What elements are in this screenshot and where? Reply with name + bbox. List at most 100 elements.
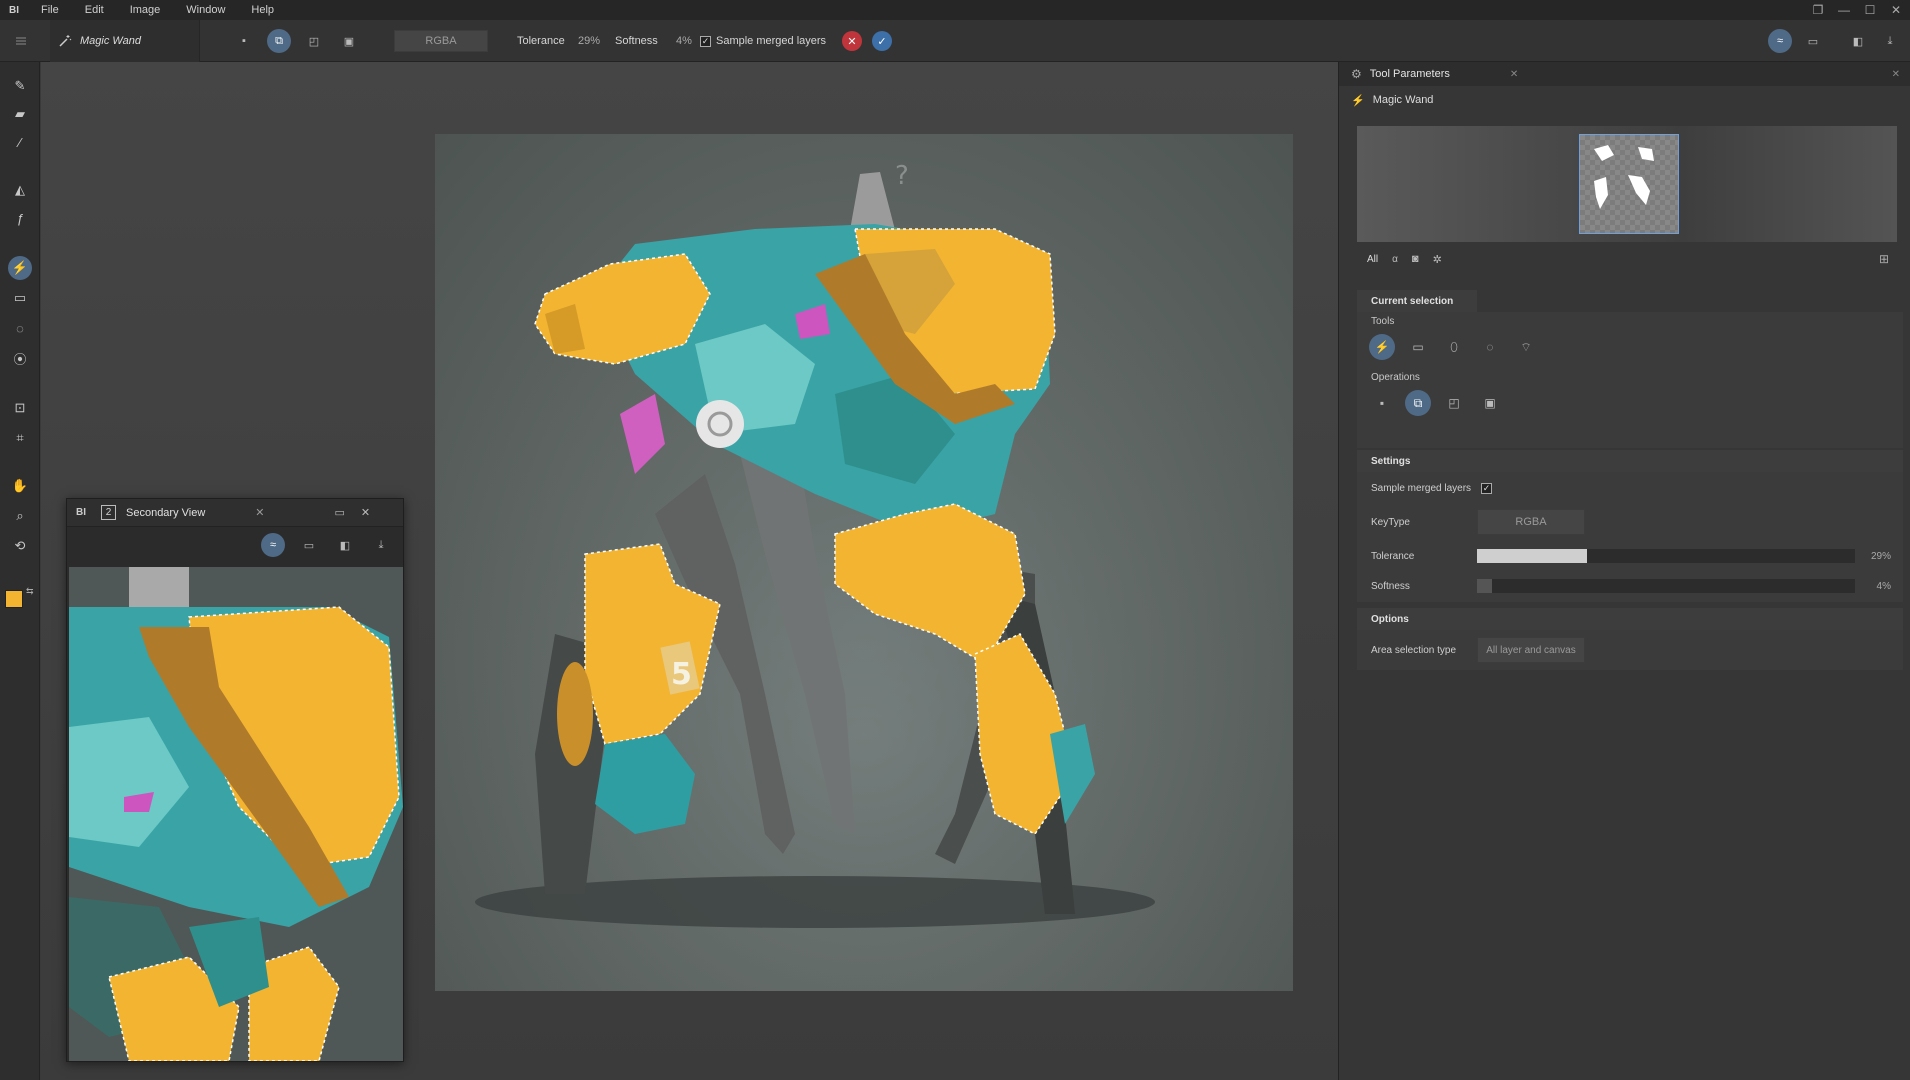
secondary-view-window[interactable]: BI 2 Secondary View ✕ ▭ ✕ ≈ ▭ ◧ ⤓: [66, 498, 404, 1062]
options-collapse-icon[interactable]: [14, 20, 28, 62]
rotate-icon[interactable]: ⤓: [1878, 29, 1902, 53]
menu-window[interactable]: Window: [173, 4, 238, 16]
sample-merged-checkbox[interactable]: ✓: [700, 35, 711, 47]
tolerance-slider[interactable]: [1477, 549, 1855, 563]
area-selection-field[interactable]: All layer and canvas: [1477, 637, 1585, 663]
selection-new-icon[interactable]: ▪: [232, 29, 256, 53]
current-selection-section: Current selection Tools ⚡ ▭ ⬯ ◌ ⌔ Operat…: [1357, 290, 1903, 448]
panel-tabbar: ⚙ Tool Parameters ✕ ✕: [1339, 62, 1910, 86]
sv-mirror-icon[interactable]: ◧: [333, 533, 357, 557]
panel-close-icon[interactable]: ✕: [1892, 69, 1900, 80]
magic-wand-tool-icon[interactable]: ⚡: [8, 256, 32, 280]
panel-polygon-lasso-icon[interactable]: ⌔: [1513, 334, 1539, 360]
panel-tolerance-value: 29%: [1870, 550, 1891, 562]
preview-mask-icon[interactable]: ◙: [1412, 253, 1419, 265]
panel-keytype-field[interactable]: RGBA: [1477, 509, 1585, 535]
selection-subtract-icon[interactable]: ◰: [302, 29, 326, 53]
preview-settings-icon[interactable]: ✲: [1433, 253, 1442, 266]
crop-icon[interactable]: ⌗: [8, 426, 32, 450]
mirror-icon[interactable]: ◧: [1846, 29, 1870, 53]
softness-label: Softness: [615, 35, 658, 47]
panel-softness-value: 4%: [1876, 580, 1891, 592]
tool-parameters-icon: ⚙: [1351, 67, 1362, 81]
sv-view-image-icon[interactable]: ▭: [297, 533, 321, 557]
tolerance-value[interactable]: 29%: [578, 20, 600, 62]
keytype-field[interactable]: RGBA: [394, 30, 488, 52]
app-logo: BI: [9, 4, 19, 16]
brush-select-icon[interactable]: ⦿: [8, 346, 32, 370]
panel-softness-label: Softness: [1371, 580, 1410, 592]
maximize-icon[interactable]: ☐: [1860, 3, 1880, 17]
view-smooth-icon[interactable]: ≈: [1768, 29, 1792, 53]
selection-intersect-icon[interactable]: ▣: [337, 29, 361, 53]
sample-merged-label: Sample merged layers: [716, 35, 827, 47]
panel-rect-select-icon[interactable]: ▭: [1405, 334, 1431, 360]
area-selection-label: Area selection type: [1371, 644, 1457, 656]
softness-value[interactable]: 4%: [676, 20, 692, 62]
secondary-view-close-icon[interactable]: ✕: [361, 506, 370, 519]
secondary-view-maximize-icon[interactable]: ▭: [335, 506, 345, 519]
panel-tab-close-icon[interactable]: ✕: [1510, 69, 1518, 80]
menu-file[interactable]: File: [28, 4, 72, 16]
settings-section: Settings Sample merged layers ✓ KeyType …: [1357, 450, 1903, 602]
secondary-view-canvas[interactable]: [69, 567, 403, 1061]
panel-sample-merged-checkbox[interactable]: ✓: [1481, 482, 1493, 494]
minimize-icon[interactable]: —: [1834, 3, 1854, 17]
brush-icon[interactable]: ✎: [8, 74, 32, 98]
fill-bucket-icon[interactable]: ◭: [8, 178, 32, 202]
operations-row: ▪ ⧉ ◰ ▣: [1369, 390, 1503, 416]
restore-icon[interactable]: ❐: [1808, 3, 1828, 17]
rotate-view-icon[interactable]: ⟲: [8, 534, 32, 558]
op-subtract-icon[interactable]: ◰: [1441, 390, 1467, 416]
sample-merged-option[interactable]: ✓ Sample merged layers: [700, 20, 826, 62]
panel-sample-merged-label: Sample merged layers: [1371, 482, 1472, 494]
swap-colors-icon[interactable]: ⇆: [26, 586, 34, 597]
tolerance-label: Tolerance: [517, 35, 565, 47]
preview-tab-all[interactable]: All: [1367, 254, 1378, 265]
transform-icon[interactable]: ⊡: [8, 396, 32, 420]
menu-help[interactable]: Help: [238, 4, 287, 16]
robot-artwork: ? 5: [435, 134, 1293, 991]
panel-tab-title[interactable]: Tool Parameters: [1370, 68, 1450, 80]
sv-view-smooth-icon[interactable]: ≈: [261, 533, 285, 557]
confirm-icon[interactable]: ✓: [872, 31, 892, 51]
selection-preview: [1357, 126, 1897, 242]
tools-label: Tools: [1371, 316, 1395, 327]
secondary-view-title: Secondary View: [126, 506, 206, 519]
eraser-icon[interactable]: ▰: [8, 102, 32, 126]
close-icon[interactable]: ✕: [1886, 3, 1906, 17]
zoom-icon[interactable]: ⌕: [8, 504, 32, 528]
op-new-icon[interactable]: ▪: [1369, 390, 1395, 416]
op-add-icon[interactable]: ⧉: [1405, 390, 1431, 416]
selection-add-icon[interactable]: ⧉: [267, 29, 291, 53]
eyedropper-icon[interactable]: ⁄: [8, 130, 32, 154]
secondary-view-titlebar[interactable]: BI 2 Secondary View ✕ ▭ ✕: [67, 499, 403, 527]
panel-lasso-icon[interactable]: ◌: [1477, 334, 1503, 360]
panel-magic-wand-tool-icon[interactable]: ⚡: [1369, 334, 1395, 360]
sv-rotate-icon[interactable]: ⤓: [369, 533, 393, 557]
preview-fit-icon[interactable]: ⊞: [1879, 252, 1889, 266]
selection-mask-thumbnail[interactable]: [1579, 134, 1679, 234]
rect-select-icon[interactable]: ▭: [8, 286, 32, 310]
artboard[interactable]: ? 5: [435, 134, 1293, 991]
filter-icon[interactable]: ƒ: [8, 206, 32, 230]
secondary-view-tab-close-icon[interactable]: ✕: [255, 506, 264, 519]
left-toolbar: ✎ ▰ ⁄ ◭ ƒ ⚡ ▭ ◌ ⦿ ⊡ ⌗ ✋ ⌕ ⟲ ⇆: [0, 62, 40, 1080]
lasso-icon[interactable]: ◌: [8, 316, 32, 340]
view-image-icon[interactable]: ▭: [1801, 29, 1825, 53]
magic-wand-icon: [59, 35, 72, 47]
panel-ellipse-select-icon[interactable]: ⬯: [1441, 334, 1467, 360]
foreground-color-swatch[interactable]: [5, 590, 23, 608]
active-tool-field[interactable]: Magic Wand: [50, 20, 200, 62]
hand-icon[interactable]: ✋: [8, 474, 32, 498]
preview-tab-alpha[interactable]: α: [1392, 254, 1398, 265]
softness-slider[interactable]: [1477, 579, 1855, 593]
op-intersect-icon[interactable]: ▣: [1477, 390, 1503, 416]
menu-image[interactable]: Image: [117, 4, 174, 16]
panel-tool-header: ⚡ Magic Wand: [1339, 86, 1910, 114]
svg-text:?: ?: [895, 161, 909, 191]
menu-edit[interactable]: Edit: [72, 4, 117, 16]
area-selection-row: Area selection type All layer and canvas: [1357, 636, 1903, 664]
preview-tabs: All α ◙ ✲ ⊞: [1357, 248, 1897, 270]
cancel-icon[interactable]: ✕: [842, 31, 862, 51]
